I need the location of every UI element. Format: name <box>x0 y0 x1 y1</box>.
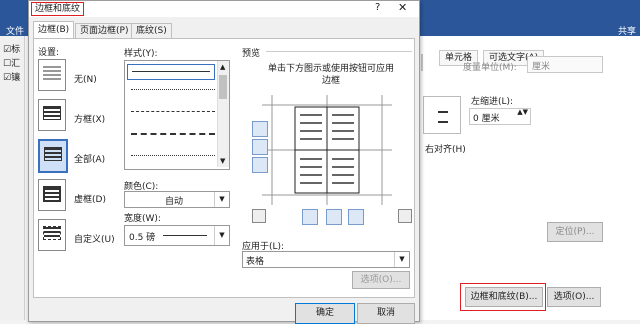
chevron-down-icon: ▼ <box>214 226 229 245</box>
ok-button[interactable]: 确定 <box>295 303 355 324</box>
style-scrollbar[interactable]: ▲ ▼ <box>217 61 229 167</box>
tab-borders[interactable]: 边框(B) <box>33 21 75 39</box>
close-icon[interactable]: ✕ <box>398 1 407 14</box>
dialog-options-button[interactable]: 选项(O)... <box>352 271 410 289</box>
tab-panel: 设置: 无(N) 方框(X) 全部(A) 虚框(D) 自定义(U) 样式(Y): <box>33 38 415 298</box>
diagonal-up-icon[interactable] <box>398 209 412 223</box>
right-border-button[interactable] <box>348 209 364 225</box>
no-border-icon <box>43 66 61 82</box>
setting-box[interactable] <box>38 99 66 131</box>
left-border-button[interactable] <box>302 209 318 225</box>
width-label: 宽度(W): <box>124 214 161 224</box>
width-select[interactable]: 0.5 磅 ▼ <box>124 225 230 246</box>
left-indent-label: 左缩进(L): <box>471 97 514 107</box>
scroll-down-icon[interactable]: ▼ <box>220 157 225 165</box>
style-dash-dot[interactable] <box>131 155 215 156</box>
cancel-button[interactable]: 取消 <box>357 303 415 324</box>
style-dashed[interactable] <box>131 111 215 112</box>
apply-select[interactable]: 表格 ▼ <box>242 251 410 268</box>
setting-grid-label: 虚框(D) <box>74 195 106 205</box>
style-dotted[interactable] <box>131 89 215 90</box>
setting-custom[interactable] <box>38 219 66 251</box>
style-label: 样式(Y): <box>124 49 158 59</box>
positioning-button[interactable]: 定位(P)... <box>547 222 603 242</box>
color-select[interactable]: 自动 ▼ <box>124 191 230 208</box>
preview-label: 预览 <box>242 49 261 59</box>
diagonal-down-icon[interactable] <box>252 209 266 223</box>
chevron-down-icon: ▼ <box>214 192 229 207</box>
tab-page-border[interactable]: 页面边框(P) <box>75 23 134 38</box>
left-check-2[interactable]: ☐汇 <box>3 56 20 69</box>
style-solid[interactable] <box>127 64 215 80</box>
style-list[interactable]: ▲ ▼ <box>124 60 230 170</box>
dialog-title: 边框和底纹 <box>31 2 85 16</box>
settings-label: 设置: <box>38 48 60 58</box>
options-button[interactable]: 选项(O)... <box>547 287 601 307</box>
measure-select[interactable]: 厘米 <box>527 56 603 73</box>
top-border-button[interactable] <box>252 121 268 137</box>
setting-none[interactable] <box>38 59 66 91</box>
tab-shading[interactable]: 底纹(S) <box>131 23 172 38</box>
width-line-sample <box>163 235 207 236</box>
setting-all[interactable] <box>38 139 68 173</box>
borders-shading-dialog: 边框和底纹 ? ✕ 边框(B) 页面边框(P) 底纹(S) 设置: 无(N) 方… <box>28 0 420 324</box>
preview-hint: 单击下方图示或使用按钮可应用边框 <box>267 64 394 86</box>
dialog-titlebar: 边框和底纹 ? ✕ <box>29 1 419 17</box>
align-right-option[interactable] <box>423 96 461 134</box>
scroll-up-icon[interactable]: ▲ <box>220 63 225 71</box>
bottom-border-button[interactable] <box>252 157 268 173</box>
align-right-icon <box>438 111 448 123</box>
setting-grid[interactable] <box>38 179 66 211</box>
inside-v-border-button[interactable] <box>326 209 342 225</box>
custom-border-icon <box>43 226 61 240</box>
grid-border-icon <box>43 186 61 202</box>
left-pane: ☑标 ☐汇 ☑镶 <box>0 36 25 320</box>
inside-h-border-button[interactable] <box>252 139 268 155</box>
measure-label: 度量单位(M): <box>463 63 517 73</box>
setting-all-label: 全部(A) <box>74 155 106 165</box>
style-dashed-wide[interactable] <box>131 133 215 135</box>
box-border-icon <box>43 106 61 120</box>
left-check-3[interactable]: ☑镶 <box>3 70 20 83</box>
help-icon[interactable]: ? <box>375 2 380 13</box>
align-right-label: 右对齐(H) <box>425 145 466 155</box>
chevron-down-icon: ▼ <box>394 252 409 267</box>
setting-box-label: 方框(X) <box>74 115 106 125</box>
preview-table[interactable] <box>262 95 392 205</box>
spin-icon[interactable]: ▲▼ <box>517 108 528 116</box>
left-indent-input[interactable]: 0 厘米 ▲▼ <box>469 108 531 125</box>
scroll-thumb[interactable] <box>219 75 227 99</box>
highlight-box <box>460 283 546 311</box>
all-borders-icon <box>44 147 62 161</box>
left-check-1[interactable]: ☑标 <box>3 42 20 55</box>
setting-none-label: 无(N) <box>74 75 97 85</box>
setting-custom-label: 自定义(U) <box>74 235 115 245</box>
table-properties-panel: 单元格 可选文字(A) 度量单位(M): 厘米 右对齐(H) 左缩进(L): 0… <box>418 36 640 320</box>
